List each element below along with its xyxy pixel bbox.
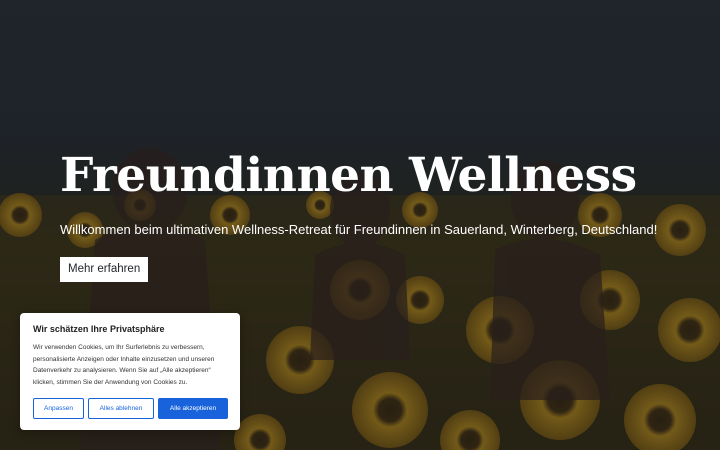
reject-all-cookies-button[interactable]: Alles ablehnen xyxy=(88,398,154,419)
hero-title: Freundinnen Wellness xyxy=(60,148,637,203)
cookie-consent-banner: Wir schätzen Ihre Privatsphäre Wir verwe… xyxy=(20,313,240,430)
learn-more-button[interactable]: Mehr erfahren xyxy=(60,257,149,282)
cookie-banner-title: Wir schätzen Ihre Privatsphäre xyxy=(33,324,165,334)
hero-content: Freundinnen Wellness Willkommen beim ult… xyxy=(60,146,700,282)
customize-cookies-button[interactable]: Anpassen xyxy=(33,398,84,419)
accept-all-cookies-button[interactable]: Alle akzeptieren xyxy=(158,398,228,419)
cookie-banner-text: Wir verwenden Cookies, um Ihr Surferlebn… xyxy=(33,344,215,386)
hero-subtitle: Willkommen beim ultimativen Wellness-Ret… xyxy=(60,222,658,237)
cookie-button-row: Anpassen Alles ablehnen Alle akzeptieren xyxy=(33,398,228,419)
